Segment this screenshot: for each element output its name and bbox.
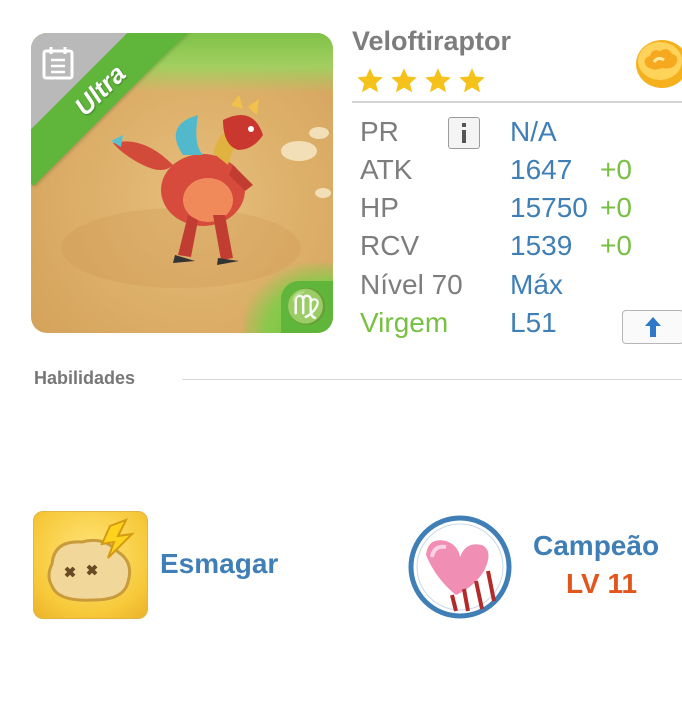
info-button[interactable] [448, 117, 480, 149]
rcv-label: RCV [360, 230, 420, 261]
monster-sprite [111, 95, 263, 265]
star-icon [425, 68, 451, 93]
arrow-up-icon [645, 317, 661, 337]
monster-portrait-card[interactable]: Ultra ♍ [31, 33, 333, 333]
hp-label: HP [360, 192, 399, 223]
level-value: Máx [510, 269, 563, 300]
sign-label: Virgem [360, 307, 449, 338]
level-label: Nível 70 [360, 269, 463, 300]
pr-label: PR [360, 116, 399, 147]
atk-bonus: +0 [600, 154, 632, 185]
zodiac-sign-badge: ♍ [281, 281, 333, 333]
atk-label: ATK [360, 154, 413, 185]
hp-value: 15750 [510, 192, 588, 223]
leader-skill-level: LV 11 [566, 568, 638, 599]
champion-heart-icon[interactable] [408, 515, 512, 619]
star-icon [391, 68, 417, 93]
star-icon [459, 68, 485, 93]
skill-name[interactable]: Esmagar [160, 548, 278, 580]
rcv-value: 1539 [510, 230, 573, 261]
monster-name: Veloftiraptor [352, 26, 512, 56]
star-rating [355, 66, 487, 96]
leader-skill-name[interactable]: Campeão [533, 530, 659, 562]
calendar-icon [42, 47, 74, 80]
atk-value: 1647 [510, 154, 573, 185]
rcv-bonus: +0 [600, 230, 632, 261]
star-icon [357, 68, 383, 93]
smash-icon[interactable] [33, 511, 148, 619]
cloud-coin-icon[interactable] [628, 36, 682, 90]
hp-bonus: +0 [600, 192, 632, 223]
abilities-divider [182, 379, 682, 380]
virgo-icon: ♍ [285, 288, 329, 326]
pr-value: N/A [510, 116, 557, 147]
header-divider [352, 101, 682, 103]
smash-icon-art [47, 518, 135, 602]
abilities-section-title: Habilidades [34, 368, 136, 388]
sign-value: L51 [510, 307, 557, 338]
info-icon [462, 123, 466, 143]
upgrade-button[interactable] [622, 310, 682, 344]
